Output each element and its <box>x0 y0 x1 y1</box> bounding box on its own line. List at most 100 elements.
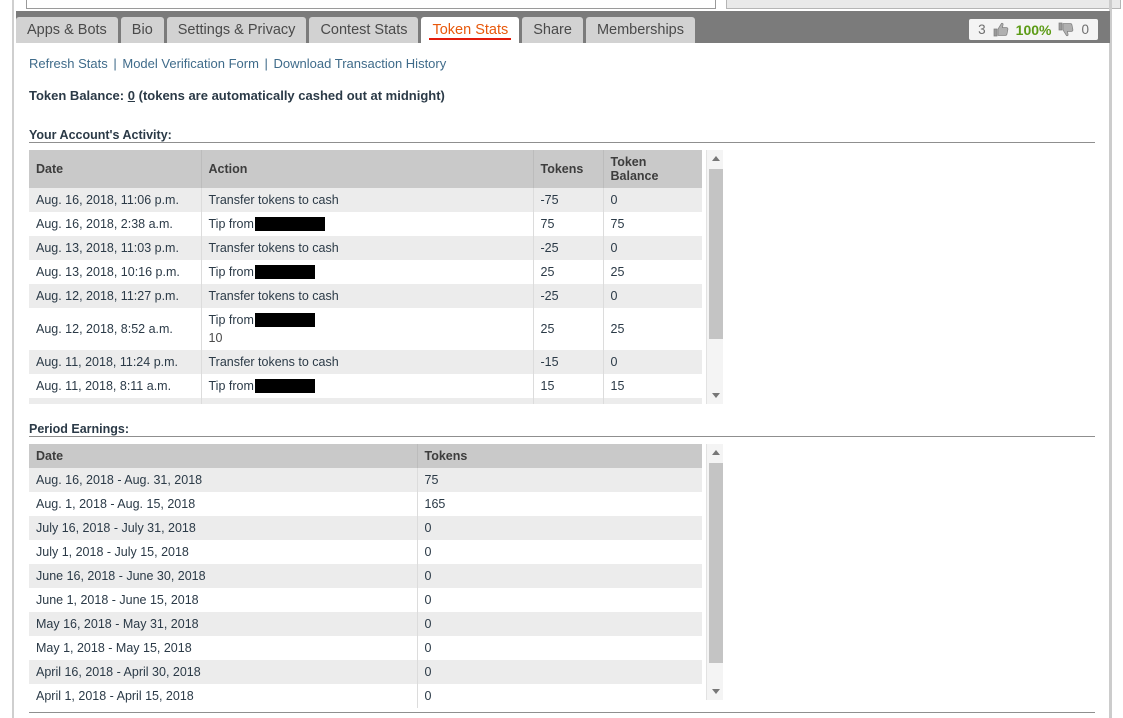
redacted-username-bar <box>255 265 315 279</box>
period-earnings-cell-tokens: 0 <box>417 540 702 564</box>
activity-cell-date: Aug. 16, 2018, 2:38 a.m. <box>29 212 201 236</box>
activity-action-subnote: 10 <box>209 331 526 345</box>
period-earnings-section-title: Period Earnings: <box>29 422 129 436</box>
table-row: May 16, 2018 - May 31, 20180 <box>29 612 702 636</box>
period-earnings-cell-date: June 16, 2018 - June 30, 2018 <box>29 564 417 588</box>
table-row: Aug. 11, 2018, 8:11 a.m.Tip from1515 <box>29 374 702 398</box>
table-row: Aug. 16, 2018 - Aug. 31, 201875 <box>29 468 702 492</box>
period-earnings-cell-tokens: 165 <box>417 492 702 516</box>
activity-cell-date: Aug. 12, 2018, 8:52 a.m. <box>29 308 201 350</box>
activity-cell-action: Transfer tokens to cash <box>201 236 533 260</box>
thumbs-down-count: 0 <box>1081 22 1089 37</box>
activity-table-viewport: DateActionTokensToken Balance Aug. 16, 2… <box>29 150 702 404</box>
activity-cell-token-balance: 0 <box>603 188 702 212</box>
scroll-up-arrow[interactable] <box>707 444 724 461</box>
scroll-up-arrow[interactable] <box>707 150 724 167</box>
activity-cell-action: Transfer tokens to cash <box>201 350 533 374</box>
link-download-transaction-history[interactable]: Download Transaction History <box>274 56 447 71</box>
activity-table-header-row: DateActionTokensToken Balance <box>29 150 702 188</box>
rating-percent: 100% <box>1016 22 1052 38</box>
scroll-down-arrow[interactable] <box>707 683 724 700</box>
token-stats-page: Refresh Stats | Model Verification Form … <box>16 43 1109 718</box>
period-earnings-cell-tokens: 75 <box>417 468 702 492</box>
tab-bio[interactable]: Bio <box>121 17 164 43</box>
link-separator: | <box>259 56 274 71</box>
activity-cell-action: Tip from <box>201 212 533 236</box>
tab-bar: Apps & BotsBioSettings & PrivacyContest … <box>16 11 1110 43</box>
link-refresh-stats[interactable]: Refresh Stats <box>29 56 108 71</box>
tab-contest-stats[interactable]: Contest Stats <box>309 17 418 43</box>
activity-action-label: Tip from <box>209 313 254 327</box>
activity-action-label: Tip from <box>209 217 254 231</box>
link-separator: | <box>108 56 123 71</box>
table-row: May 1, 2018 - May 15, 20180 <box>29 636 702 660</box>
period-earnings-col-date: Date <box>29 444 417 468</box>
tab-share[interactable]: Share <box>522 17 583 43</box>
scroll-down-arrow[interactable] <box>707 387 724 404</box>
chrome-field-right <box>726 0 1121 9</box>
activity-cell-date: Aug. 11, 2018, 11:24 p.m. <box>29 350 201 374</box>
activity-cell-date: Aug. 10, 2018, 11:26 p.m. <box>29 398 201 404</box>
token-balance-label: Token Balance: <box>29 88 124 103</box>
thumbs-down-icon[interactable] <box>1058 22 1074 37</box>
period-earnings-col-tokens: Tokens <box>417 444 702 468</box>
period-earnings-scrollbar[interactable] <box>706 444 723 700</box>
period-earnings-cell-date: May 1, 2018 - May 15, 2018 <box>29 636 417 660</box>
activity-cell-date: Aug. 11, 2018, 8:11 a.m. <box>29 374 201 398</box>
period-earnings-table: DateTokens Aug. 16, 2018 - Aug. 31, 2018… <box>29 444 702 708</box>
period-earnings-cell-tokens: 0 <box>417 588 702 612</box>
activity-cell-date: Aug. 12, 2018, 11:27 p.m. <box>29 284 201 308</box>
period-earnings-cell-tokens: 0 <box>417 636 702 660</box>
activity-action-label: Transfer tokens to cash <box>209 193 339 207</box>
activity-cell-action: Tip from <box>201 374 533 398</box>
token-balance-note: (tokens are automatically cashed out at … <box>139 88 445 103</box>
tab-strip: Apps & BotsBioSettings & PrivacyContest … <box>16 17 698 43</box>
activity-section-title: Your Account's Activity: <box>29 128 172 142</box>
thumbs-up-count: 3 <box>978 22 986 37</box>
period-earnings-scroll-thumb[interactable] <box>709 463 723 663</box>
activity-cell-action: Transfer tokens to cash <box>201 188 533 212</box>
activity-scrollbar[interactable] <box>706 150 723 404</box>
tab-settings-privacy[interactable]: Settings & Privacy <box>167 17 307 43</box>
period-earnings-table-viewport: DateTokens Aug. 16, 2018 - Aug. 31, 2018… <box>29 444 702 718</box>
period-earnings-cell-tokens: 0 <box>417 612 702 636</box>
activity-cell-token-balance: 0 <box>603 236 702 260</box>
activity-cell-action: Transfer tokens to cash <box>201 398 533 404</box>
period-earnings-cell-date: Aug. 16, 2018 - Aug. 31, 2018 <box>29 468 417 492</box>
table-row: Aug. 16, 2018, 2:38 a.m.Tip from7575 <box>29 212 702 236</box>
period-earnings-cell-date: Aug. 1, 2018 - Aug. 15, 2018 <box>29 492 417 516</box>
token-balance-value: 0 <box>128 88 135 103</box>
table-row: April 16, 2018 - April 30, 20180 <box>29 660 702 684</box>
table-row: July 1, 2018 - July 15, 20180 <box>29 540 702 564</box>
table-row: Aug. 11, 2018, 11:24 p.m.Transfer tokens… <box>29 350 702 374</box>
link-model-verification-form[interactable]: Model Verification Form <box>122 56 259 71</box>
period-earnings-cell-date: July 1, 2018 - July 15, 2018 <box>29 540 417 564</box>
activity-cell-tokens: 25 <box>533 260 603 284</box>
tab-memberships[interactable]: Memberships <box>586 17 695 43</box>
activity-action-label: Tip from <box>209 265 254 279</box>
tab-apps-bots[interactable]: Apps & Bots <box>16 17 118 43</box>
period-earnings-table-body: Aug. 16, 2018 - Aug. 31, 201875Aug. 1, 2… <box>29 468 702 708</box>
activity-cell-token-balance: 0 <box>603 284 702 308</box>
activity-col-action: Action <box>201 150 533 188</box>
period-earnings-cell-tokens: 0 <box>417 516 702 540</box>
window-chrome-stub <box>0 0 1123 11</box>
activity-action-label: Transfer tokens to cash <box>209 241 339 255</box>
footer-rule <box>29 712 1095 713</box>
period-earnings-cell-date: April 1, 2018 - April 15, 2018 <box>29 684 417 708</box>
table-row: Aug. 13, 2018, 11:03 p.m.Transfer tokens… <box>29 236 702 260</box>
period-earnings-cell-tokens: 0 <box>417 564 702 588</box>
tab-token-stats[interactable]: Token Stats <box>421 17 519 43</box>
left-page-rail <box>12 0 14 718</box>
period-earnings-cell-date: June 1, 2018 - June 15, 2018 <box>29 588 417 612</box>
table-row: Aug. 16, 2018, 11:06 p.m.Transfer tokens… <box>29 188 702 212</box>
activity-cell-token-balance: 25 <box>603 260 702 284</box>
activity-cell-tokens: -25 <box>533 236 603 260</box>
table-row: Aug. 1, 2018 - Aug. 15, 2018165 <box>29 492 702 516</box>
redacted-username-bar <box>255 217 325 231</box>
activity-scroll-thumb[interactable] <box>709 169 723 339</box>
activity-cell-token-balance: 25 <box>603 308 702 350</box>
chrome-field-left <box>26 0 716 9</box>
table-row: June 16, 2018 - June 30, 20180 <box>29 564 702 588</box>
thumbs-up-icon[interactable] <box>993 22 1009 37</box>
